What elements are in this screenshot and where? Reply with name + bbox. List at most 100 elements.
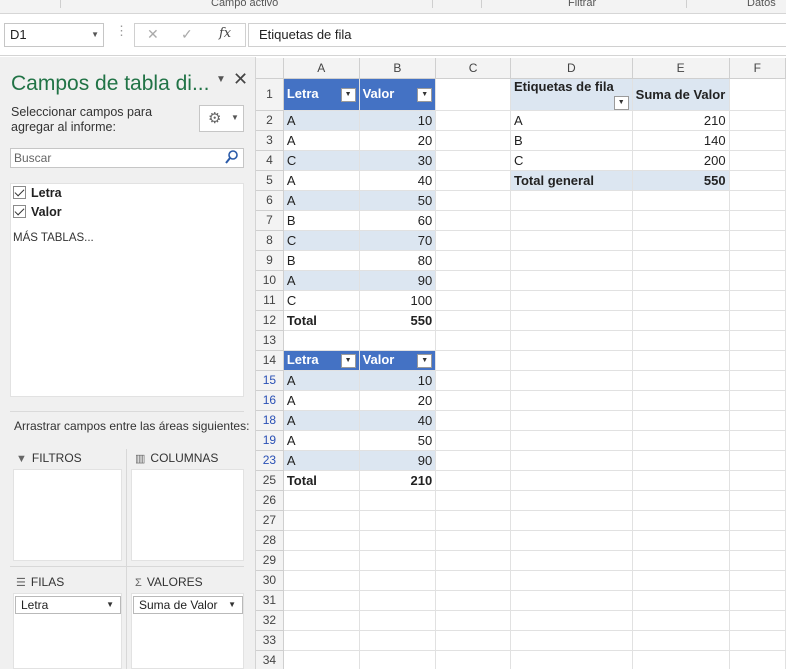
row-header[interactable]: 7 xyxy=(256,210,284,231)
pivot-row-value[interactable]: 140 xyxy=(632,130,730,151)
cell[interactable] xyxy=(632,650,730,669)
table1-cell-letra[interactable]: A xyxy=(283,130,360,151)
pivot-row-value[interactable]: 210 xyxy=(632,110,730,131)
cell[interactable] xyxy=(729,310,786,331)
columns-drop-area[interactable] xyxy=(131,469,244,561)
filter-dropdown-icon[interactable]: ▼ xyxy=(340,88,356,102)
table1-cell-valor[interactable]: 70 xyxy=(359,230,437,251)
cell[interactable] xyxy=(510,290,633,311)
row-header[interactable]: 32 xyxy=(256,610,284,631)
table1-cell-valor[interactable]: 60 xyxy=(359,210,437,231)
cell[interactable] xyxy=(359,650,437,669)
cell[interactable] xyxy=(510,550,633,571)
cell[interactable] xyxy=(283,330,360,351)
cell[interactable] xyxy=(435,450,511,471)
table1-cell-letra[interactable]: B xyxy=(283,250,360,271)
cell[interactable] xyxy=(510,630,633,651)
table1-cell-letra[interactable]: B xyxy=(283,210,360,231)
table2-total-value[interactable]: 210 xyxy=(359,469,437,491)
cell[interactable] xyxy=(435,410,511,431)
cell[interactable] xyxy=(632,390,730,411)
row-header[interactable]: 18 xyxy=(256,410,284,431)
cell[interactable] xyxy=(283,510,360,531)
cell[interactable] xyxy=(283,490,360,511)
insert-function-icon[interactable]: fx xyxy=(219,26,231,41)
cell[interactable] xyxy=(435,310,511,331)
name-box[interactable]: D1 ▼ xyxy=(4,23,104,47)
cell[interactable] xyxy=(729,270,786,291)
cell[interactable] xyxy=(435,170,511,191)
row-header[interactable]: 30 xyxy=(256,570,284,591)
cell[interactable] xyxy=(729,590,786,611)
row-header[interactable]: 28 xyxy=(256,530,284,551)
cell[interactable] xyxy=(510,410,633,431)
cell[interactable] xyxy=(729,550,786,571)
table1-cell-valor[interactable]: 10 xyxy=(359,110,437,131)
cell[interactable] xyxy=(729,210,786,231)
cell[interactable] xyxy=(359,550,437,571)
rows-field-chip[interactable]: Letra ▼ xyxy=(15,596,121,614)
cell[interactable] xyxy=(359,510,437,531)
cell[interactable] xyxy=(632,250,730,271)
cell[interactable] xyxy=(510,230,633,251)
table2-header-letra[interactable]: Letra ▼ xyxy=(283,350,360,371)
table1-cell-valor[interactable]: 90 xyxy=(359,270,437,291)
cell[interactable] xyxy=(359,330,437,351)
cell[interactable] xyxy=(510,590,633,611)
worksheet[interactable]: ABCDEF 1 Letra ▼ Valor ▼ Etiquetas de fila ▼ Su… xyxy=(256,58,786,669)
row-header[interactable]: 31 xyxy=(256,590,284,611)
filter-applied-icon[interactable]: ▼ xyxy=(340,354,356,368)
cell[interactable] xyxy=(729,250,786,271)
chevron-down-icon[interactable]: ▼ xyxy=(228,597,236,613)
pane-options-chevron-icon[interactable]: ▼ xyxy=(216,74,226,85)
cell[interactable] xyxy=(435,470,511,491)
cell[interactable] xyxy=(435,430,511,451)
more-tables-link[interactable]: MÁS TABLAS... xyxy=(13,232,94,244)
row-header[interactable]: 27 xyxy=(256,510,284,531)
pivot-header-sum[interactable]: Suma de Valor xyxy=(632,78,730,111)
column-header-c[interactable]: C xyxy=(435,58,511,79)
cell[interactable] xyxy=(632,430,730,451)
pivot-header-row-labels[interactable]: Etiquetas de fila ▼ xyxy=(510,78,633,111)
cell[interactable] xyxy=(632,290,730,311)
cell[interactable] xyxy=(729,150,786,171)
cell[interactable] xyxy=(632,210,730,231)
field-item-valor[interactable]: Valor xyxy=(13,203,62,221)
cell[interactable] xyxy=(632,230,730,251)
table1-cell-valor[interactable]: 40 xyxy=(359,170,437,191)
cell[interactable] xyxy=(435,330,511,351)
table1-cell-letra[interactable]: C xyxy=(283,230,360,251)
table1-cell-letra[interactable]: A xyxy=(283,270,360,291)
cell[interactable] xyxy=(729,78,786,111)
checkbox-checked-icon[interactable] xyxy=(13,186,26,199)
pivot-grand-total-value[interactable]: 550 xyxy=(632,169,730,191)
cell[interactable] xyxy=(632,490,730,511)
table1-total-label[interactable]: Total xyxy=(283,309,360,331)
cell[interactable] xyxy=(510,530,633,551)
column-header-a[interactable]: A xyxy=(283,58,360,79)
cell[interactable] xyxy=(435,270,511,291)
cell[interactable] xyxy=(632,310,730,331)
row-header[interactable]: 10 xyxy=(256,270,284,291)
cell[interactable] xyxy=(632,190,730,211)
cell[interactable] xyxy=(435,150,511,171)
row-header[interactable]: 26 xyxy=(256,490,284,511)
filter-dropdown-icon[interactable]: ▼ xyxy=(613,95,629,109)
cell[interactable] xyxy=(435,290,511,311)
filter-dropdown-icon[interactable]: ▼ xyxy=(417,88,433,102)
table1-cell-valor[interactable]: 20 xyxy=(359,130,437,151)
cell[interactable] xyxy=(435,230,511,251)
cell[interactable] xyxy=(510,510,633,531)
cell[interactable] xyxy=(729,110,786,131)
row-header[interactable]: 9 xyxy=(256,250,284,271)
row-header[interactable]: 15 xyxy=(256,370,284,391)
search-icon[interactable] xyxy=(225,149,239,165)
cell[interactable] xyxy=(359,570,437,591)
cell[interactable] xyxy=(729,350,786,371)
row-header[interactable]: 11 xyxy=(256,290,284,311)
table2-cell-valor[interactable]: 10 xyxy=(359,370,437,391)
cell[interactable] xyxy=(359,590,437,611)
table2-cell-letra[interactable]: A xyxy=(283,430,360,451)
row-header[interactable]: 8 xyxy=(256,230,284,251)
cell[interactable] xyxy=(283,530,360,551)
